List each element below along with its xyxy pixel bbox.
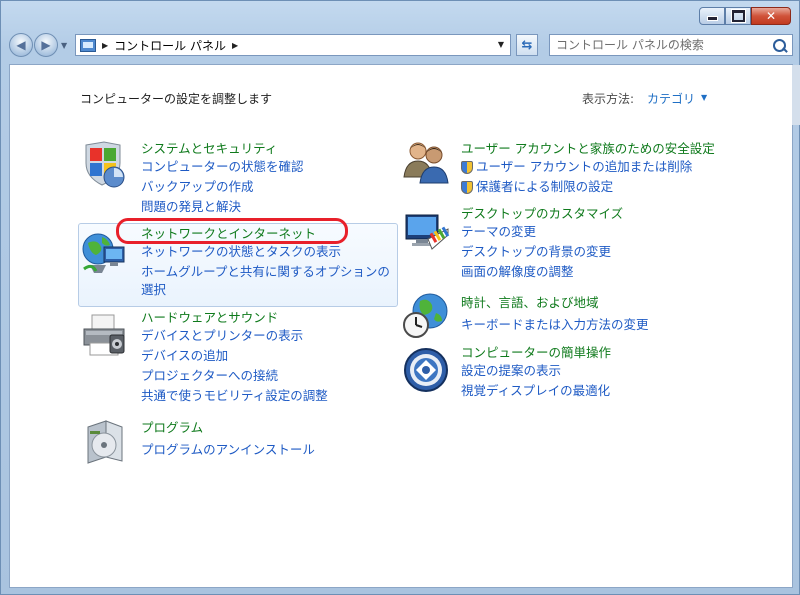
address-dropdown-icon[interactable]: ▼	[498, 40, 504, 49]
uac-shield-icon	[461, 180, 473, 194]
category-link[interactable]: ホームグループと共有に関するオプションの	[141, 262, 390, 282]
category-link[interactable]: バックアップの作成	[141, 177, 304, 197]
forward-button[interactable]: ▶	[34, 33, 58, 57]
search-input[interactable]	[550, 35, 768, 55]
category-title[interactable]: ハードウェアとサウンド	[141, 307, 328, 326]
category-appearance: デスクトップのカスタマイズ テーマの変更 デスクトップの背景の変更 画面の解像度…	[461, 203, 623, 282]
refresh-icon: ⇆	[521, 37, 533, 53]
category-link[interactable]: テーマの変更	[461, 222, 623, 242]
close-button[interactable]: ✕	[751, 7, 791, 25]
users-icon[interactable]	[402, 137, 450, 185]
category-ease-of-access: コンピューターの簡単操作 設定の提案の表示 視覚ディスプレイの最適化	[461, 342, 611, 401]
breadcrumb-arrow-icon[interactable]: ▶	[102, 41, 108, 50]
maximize-button[interactable]	[725, 7, 751, 25]
category-link[interactable]: キーボードまたは入力方法の変更	[461, 315, 649, 335]
search-box[interactable]	[549, 34, 793, 56]
category-link[interactable]: プログラムのアンインストール	[141, 440, 315, 460]
uac-shield-icon	[461, 160, 473, 174]
category-link[interactable]: デスクトップの背景の変更	[461, 242, 623, 262]
view-by-dropdown[interactable]: カテゴリ	[647, 90, 695, 107]
control-panel-icon	[80, 38, 96, 52]
category-link-with-shield[interactable]: ユーザー アカウントの追加または削除	[461, 157, 715, 177]
search-icon[interactable]	[773, 39, 786, 52]
category-title[interactable]: コンピューターの簡単操作	[461, 342, 611, 361]
minimize-icon	[706, 16, 718, 21]
breadcrumb-arrow-icon[interactable]: ▶	[232, 41, 238, 50]
category-title[interactable]: システムとセキュリティ	[141, 138, 304, 157]
category-user-accounts: ユーザー アカウントと家族のための安全設定 ユーザー アカウントの追加または削除…	[461, 138, 715, 197]
view-by-dropdown-arrow-icon[interactable]: ▼	[701, 93, 707, 102]
category-link[interactable]: 選択	[141, 282, 390, 298]
close-icon: ✕	[765, 9, 777, 23]
back-arrow-icon: ◀	[16, 38, 26, 52]
category-link[interactable]: 保護者による制限の設定	[476, 177, 613, 197]
forward-arrow-icon: ▶	[41, 38, 51, 52]
category-title[interactable]: デスクトップのカスタマイズ	[461, 203, 623, 222]
category-link[interactable]: ユーザー アカウントの追加または削除	[476, 157, 692, 177]
category-link[interactable]: ネットワークの状態とタスクの表示	[141, 242, 390, 262]
printer-icon[interactable]	[80, 311, 128, 359]
category-link-with-shield[interactable]: 保護者による制限の設定	[461, 177, 715, 197]
desktop-palette-icon[interactable]	[402, 209, 450, 257]
category-link[interactable]: コンピューターの状態を確認	[141, 157, 304, 177]
category-network-internet: ネットワークとインターネット ネットワークの状態とタスクの表示 ホームグループと…	[141, 223, 390, 298]
refresh-button[interactable]: ⇆	[516, 34, 538, 56]
category-link[interactable]: 画面の解像度の調整	[461, 262, 623, 282]
view-by-label: 表示方法:	[582, 92, 635, 106]
category-system-security: システムとセキュリティ コンピューターの状態を確認 バックアップの作成 問題の発…	[141, 138, 304, 217]
category-title[interactable]: ユーザー アカウントと家族のための安全設定	[461, 138, 715, 157]
control-panel-window: ✕ ◀ ▶ ▼ ▶ コントロール パネル ▶ ▼ ⇆ コンピューターの設定を調整…	[0, 0, 800, 595]
category-link[interactable]: デバイスの追加	[141, 346, 328, 366]
category-link[interactable]: デバイスとプリンターの表示	[141, 326, 328, 346]
caption-buttons: ✕	[699, 7, 791, 25]
category-title[interactable]: 時計、言語、および地域	[461, 292, 649, 311]
category-link[interactable]: 共通で使うモビリティ設定の調整	[141, 386, 328, 406]
category-hardware-sound: ハードウェアとサウンド デバイスとプリンターの表示 デバイスの追加 プロジェクタ…	[141, 307, 328, 406]
recent-pages-dropdown-icon[interactable]: ▼	[61, 41, 67, 50]
clock-globe-icon[interactable]	[402, 291, 450, 339]
category-link[interactable]: 問題の発見と解決	[141, 197, 304, 217]
category-programs: プログラム プログラムのアンインストール	[141, 417, 315, 460]
address-bar[interactable]: ▶ コントロール パネル ▶ ▼	[75, 34, 511, 56]
category-link[interactable]: 設定の提案の表示	[461, 361, 611, 381]
page-heading: コンピューターの設定を調整します	[80, 92, 273, 106]
scrollbar[interactable]	[792, 65, 800, 125]
category-clock-language-region: 時計、言語、および地域 キーボードまたは入力方法の変更	[461, 292, 649, 335]
shield-flag-icon[interactable]	[80, 141, 128, 189]
minimize-button[interactable]	[699, 7, 725, 25]
back-button[interactable]: ◀	[9, 33, 33, 57]
navigation-bar: ◀ ▶ ▼ ▶ コントロール パネル ▶ ▼ ⇆	[9, 31, 793, 59]
category-link[interactable]: プロジェクターへの接続	[141, 366, 328, 386]
program-box-icon[interactable]	[80, 417, 128, 465]
category-title[interactable]: プログラム	[141, 417, 315, 436]
ease-of-access-icon[interactable]	[402, 346, 450, 394]
category-title[interactable]: ネットワークとインターネット	[141, 223, 390, 242]
maximize-icon	[731, 10, 745, 22]
category-link[interactable]: 視覚ディスプレイの最適化	[461, 381, 611, 401]
content-pane: コンピューターの設定を調整します 表示方法: カテゴリ ▼ システムとセキュリテ…	[9, 64, 800, 588]
breadcrumb-control-panel[interactable]: コントロール パネル	[114, 37, 226, 54]
